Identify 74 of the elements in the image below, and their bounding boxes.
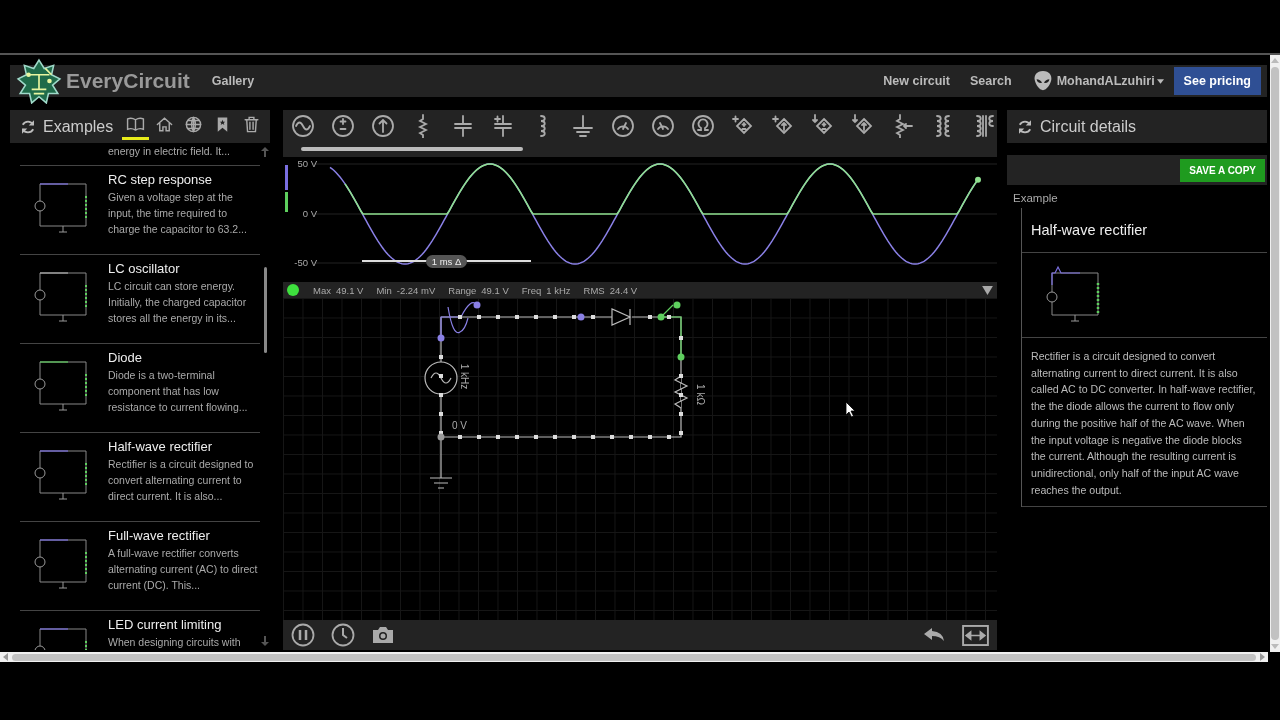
example-description: Diode is a two-terminal component that has low resistance to current flowing... <box>108 368 249 415</box>
frequency-label: 1 kHz <box>459 363 471 390</box>
stat-label: Min <box>376 284 392 296</box>
trash-icon <box>242 115 261 134</box>
up-arrow-icon[interactable] <box>261 147 269 157</box>
example-item[interactable]: LC oscillator LC circuit can store energy. Initially, the charged capacitor stores all the energy in its... <box>20 254 260 343</box>
pricing-button[interactable]: See pricing <box>1173 67 1261 95</box>
example-title: Full-wave rectifier <box>108 528 211 543</box>
nav-link[interactable]: Search <box>970 74 1012 88</box>
meter-icon[interactable] <box>691 114 715 138</box>
example-description: When designing circuits with <box>108 635 241 650</box>
sine-source-icon[interactable] <box>291 114 315 138</box>
clock-icon[interactable] <box>331 623 355 647</box>
nav-link[interactable]: New circuit <box>883 74 950 88</box>
ground-icon[interactable] <box>571 114 595 138</box>
axis-label: -50 V <box>293 257 317 268</box>
panel-title: Examples <box>43 117 114 136</box>
resistance-label: 1 kΩ <box>694 384 706 405</box>
example-item[interactable]: energy in electric field. It... <box>20 143 260 165</box>
stat-label: Freq <box>521 284 542 296</box>
caret-icon[interactable] <box>1156 78 1164 84</box>
time-scale-bar[interactable]: 1 ms Δ <box>362 254 531 269</box>
app-logo[interactable]: EveryCircuit <box>66 69 190 93</box>
pause-icon[interactable] <box>291 623 315 647</box>
save-copy-button[interactable]: SAVE A COPY <box>1180 158 1265 182</box>
example-item[interactable]: Half-wave rectifier Rectifier is a circuit designed to convert alternating current to direct current. It is also... <box>20 432 260 521</box>
stat-label: Range <box>448 284 477 296</box>
trace-marker[interactable] <box>285 192 288 212</box>
example-title: Half-wave rectifier <box>108 439 214 454</box>
stat-label: RMS <box>583 284 605 296</box>
example-title: LED current limiting <box>108 617 223 632</box>
circuit-description: Rectifier is a circuit designed to convert alternating current to direct current. It is also called AC to DC converter. In half-wave rectifier, the the diode allows the current to flow only during the positive half of the AC wave. When the input voltage is negative the diode blocks the current. Although the resulting current is unidirectional, only half of the input AC wave reaches the output. <box>1031 349 1257 498</box>
trace-marker[interactable] <box>285 165 288 190</box>
stat-value: 49.1 V <box>481 284 509 296</box>
axis-label: 0 V <box>301 208 317 219</box>
globe-icon <box>184 115 203 134</box>
fit-to-screen-icon[interactable] <box>962 624 989 646</box>
example-item[interactable]: RC step response Given a voltage step at the input, the time required to charge the capacitor to 63.2... <box>20 165 260 254</box>
stat-value: 49.1 V <box>335 284 364 296</box>
example-description: Rectifier is a circuit designed to convert alternating current to direct current. It is also... <box>108 457 255 504</box>
cursor-icon <box>846 402 856 417</box>
section-label: Example <box>1013 192 1059 204</box>
collapse-icon[interactable] <box>982 285 993 295</box>
stat-value: 1 kHz <box>546 284 571 296</box>
example-description: energy in electric field. It... <box>108 144 230 159</box>
example-title: Diode <box>108 350 143 365</box>
example-description: Given a voltage step at the input, the time required to charge the capacitor to 63.2... <box>108 190 248 237</box>
dc-source-icon[interactable] <box>331 114 355 138</box>
voltage-label: 0 V <box>452 420 467 431</box>
book-icon <box>126 115 145 134</box>
current-source-icon[interactable] <box>371 114 395 138</box>
capacitor-icon[interactable] <box>491 114 515 138</box>
probe-dot-icon[interactable] <box>287 284 299 296</box>
example-description: LC circuit can store energy. Initially, the charged capacitor stores all the energy in its... <box>108 279 248 326</box>
nav-link[interactable]: Gallery <box>211 74 255 88</box>
example-description: A full-wave rectifier converts alternating current (AC) to direct current (DC). This... <box>108 546 259 593</box>
down-arrow-icon[interactable] <box>261 636 269 646</box>
meter-icon[interactable] <box>651 114 675 138</box>
stat-label: Max <box>313 284 331 296</box>
axis-label: 50 V <box>296 158 317 169</box>
home-icon <box>155 115 174 134</box>
example-title: LC oscillator <box>108 261 181 276</box>
user-menu[interactable]: MohandALzuhiri <box>1056 74 1155 88</box>
panel-title: Circuit details <box>1040 117 1137 136</box>
example-item[interactable]: Full-wave rectifier A full-wave rectifier converts alternating current (AC) to direct current (DC). This... <box>20 521 260 610</box>
stat-value: 24.4 V <box>609 284 638 296</box>
logo-icon[interactable] <box>16 58 62 104</box>
example-title: RC step response <box>108 172 214 187</box>
capacitor-icon[interactable] <box>451 114 475 138</box>
meter-icon[interactable] <box>611 114 635 138</box>
example-item[interactable]: Diode Diode is a two-terminal component that has low resistance to current flowing... <box>20 343 260 432</box>
circuit-title: Half-wave rectifier <box>1031 222 1148 238</box>
scrollbar-thumb[interactable] <box>301 147 523 151</box>
stat-value: -2.24 mV <box>396 284 436 296</box>
